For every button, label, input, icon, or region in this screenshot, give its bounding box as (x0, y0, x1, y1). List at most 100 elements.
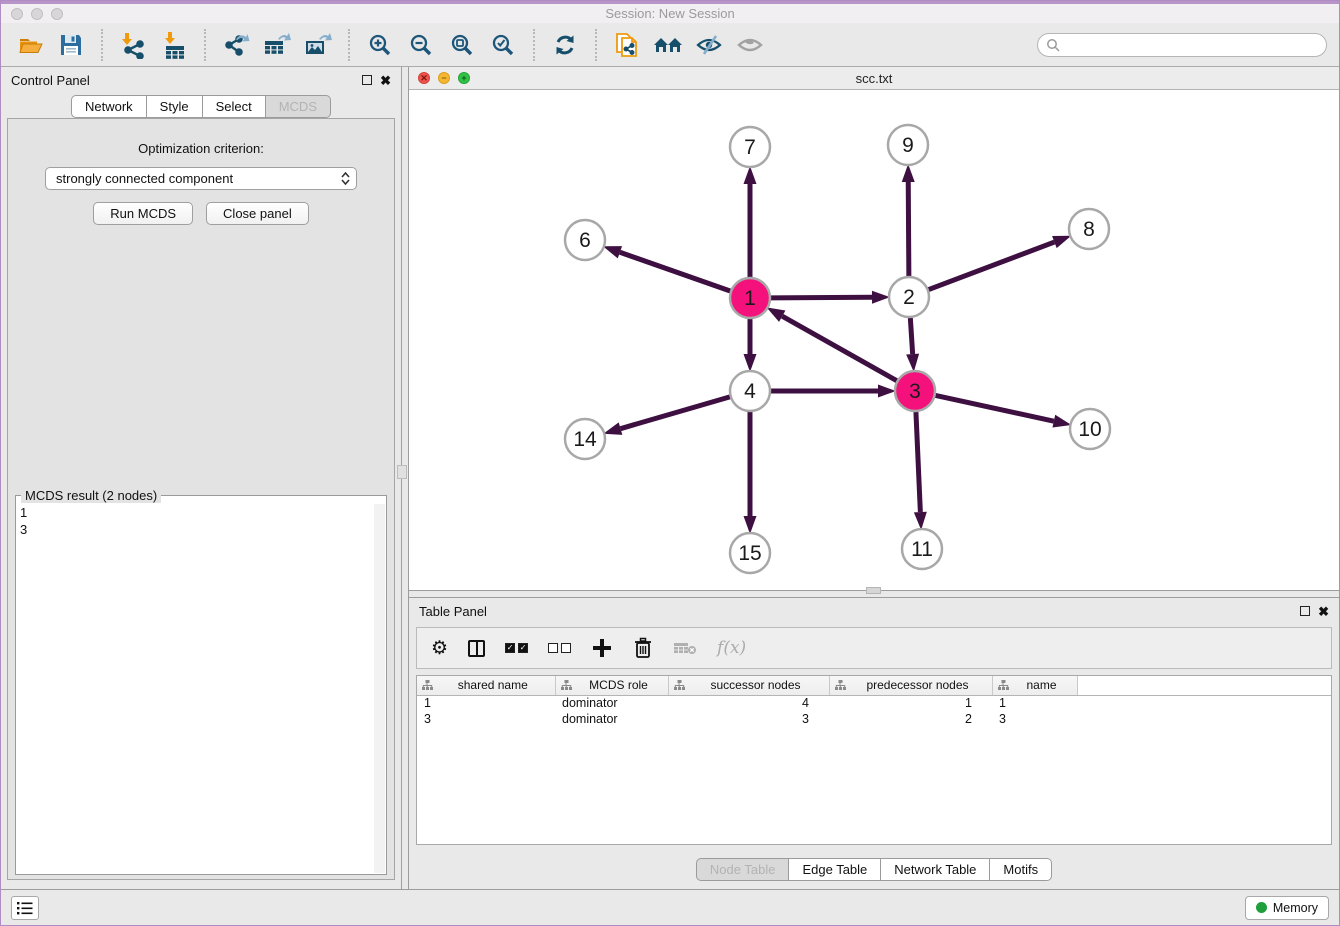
export-table-button[interactable] (260, 28, 294, 62)
mcds-result-group: MCDS result (2 nodes) 1 3 (15, 495, 387, 875)
control-panel-title: Control Panel (11, 73, 90, 88)
refresh-button[interactable] (548, 28, 582, 62)
main-toolbar (1, 23, 1339, 67)
optimization-criterion-dropdown[interactable]: strongly connected component (45, 167, 357, 190)
edge-2-3[interactable] (910, 318, 912, 354)
network-resize-grip[interactable] (866, 587, 881, 594)
zoom-out-button[interactable] (404, 28, 438, 62)
close-panel-button[interactable]: Close panel (206, 202, 309, 225)
table-tab-network-table[interactable]: Network Table (881, 858, 990, 881)
add-column-button[interactable] (591, 637, 613, 659)
graph-node-label-7: 7 (744, 136, 756, 159)
column-header-predecessor-nodes[interactable]: predecessor nodes (829, 676, 992, 695)
edge-2-9[interactable] (908, 182, 909, 276)
toolbar-separator (595, 29, 597, 61)
network-minimize-button[interactable]: − (438, 72, 450, 84)
clone-network-button[interactable] (610, 28, 644, 62)
memory-button[interactable]: Memory (1245, 896, 1329, 920)
cell-shared-name[interactable]: 3 (417, 711, 555, 727)
zoom-in-button[interactable] (363, 28, 397, 62)
run-mcds-button[interactable]: Run MCDS (93, 202, 193, 225)
panel-splitter[interactable] (401, 67, 409, 889)
search-field[interactable] (1037, 33, 1327, 57)
toolbar-separator (348, 29, 350, 61)
control-tab-style[interactable]: Style (147, 95, 203, 118)
cell-MCDS-role[interactable]: dominator (555, 695, 668, 711)
show-columns-button[interactable] (468, 640, 485, 657)
task-history-button[interactable] (11, 896, 39, 920)
edge-3-10[interactable] (936, 395, 1054, 421)
mcds-result-list[interactable]: 1 3 (20, 504, 374, 873)
checked-box-icon: ✓ (505, 643, 515, 653)
column-header-MCDS-role[interactable]: MCDS role (555, 676, 668, 695)
close-panel-icon[interactable]: ✖ (380, 74, 391, 87)
float-panel-icon[interactable] (362, 75, 372, 85)
cell-predecessor-nodes[interactable]: 1 (829, 695, 992, 711)
network-window: ✕ − + scc.txt 7968124314101511 (409, 67, 1339, 591)
edge-2-8[interactable] (929, 242, 1055, 290)
import-table-button[interactable] (157, 28, 191, 62)
cell-MCDS-role[interactable]: dominator (555, 711, 668, 727)
show-graphics-details-button[interactable] (733, 28, 767, 62)
network-graph[interactable]: 7968124314101511 (409, 90, 1339, 589)
edge-3-11[interactable] (916, 412, 920, 512)
cell-successor-nodes[interactable]: 3 (668, 711, 829, 727)
table-tab-motifs[interactable]: Motifs (990, 858, 1052, 881)
column-header-successor-nodes[interactable]: successor nodes (668, 676, 829, 695)
edge-4-14[interactable] (621, 397, 730, 429)
mcds-result-title: MCDS result (2 nodes) (21, 488, 161, 503)
toolbar-separator (101, 29, 103, 61)
cell-predecessor-nodes[interactable]: 2 (829, 711, 992, 727)
edge-1-6[interactable] (620, 252, 730, 291)
import-network-button[interactable] (116, 28, 150, 62)
delete-column-button[interactable] (633, 637, 653, 659)
edge-3-1[interactable] (782, 316, 896, 381)
cell-name[interactable]: 3 (992, 711, 1077, 727)
export-image-button[interactable] (301, 28, 335, 62)
network-maximize-button[interactable]: + (458, 72, 470, 84)
table-tab-edge-table[interactable]: Edge Table (789, 858, 881, 881)
close-table-panel-icon[interactable]: ✖ (1318, 605, 1329, 618)
graph-node-label-2: 2 (903, 286, 915, 309)
export-image-icon (303, 31, 333, 59)
open-session-button[interactable] (13, 28, 47, 62)
zoom-selected-button[interactable] (486, 28, 520, 62)
unselect-all-columns-button[interactable] (548, 643, 571, 653)
zoom-fit-icon (449, 32, 475, 58)
select-all-columns-button[interactable]: ✓ ✓ (505, 643, 528, 653)
control-panel-tabs: NetworkStyleSelectMCDS (1, 95, 401, 118)
dropdown-selected-value: strongly connected component (56, 171, 233, 186)
table-row[interactable]: 1dominator411 (417, 695, 1331, 711)
network-overview-button[interactable] (651, 28, 685, 62)
result-scrollbar[interactable] (374, 504, 385, 873)
control-tab-select[interactable]: Select (203, 95, 266, 118)
edge-arrowhead (603, 246, 622, 258)
column-header-name[interactable]: name (992, 676, 1077, 695)
export-network-button[interactable] (219, 28, 253, 62)
control-tab-mcds[interactable]: MCDS (266, 95, 331, 118)
splitter-handle-icon[interactable] (397, 465, 407, 479)
status-bar: Memory (1, 889, 1339, 925)
table-toolbar: ⚙ ✓ ✓ (416, 627, 1332, 669)
search-input[interactable] (1065, 38, 1318, 52)
column-header-shared-name[interactable]: shared name (417, 676, 555, 695)
table-settings-button[interactable]: ⚙ (431, 639, 448, 658)
network-canvas[interactable]: 7968124314101511 (409, 90, 1339, 590)
cell-name[interactable]: 1 (992, 695, 1077, 711)
table-panel-title: Table Panel (419, 604, 487, 619)
save-session-button[interactable] (54, 28, 88, 62)
control-tab-network[interactable]: Network (71, 95, 147, 118)
dropdown-stepper-icon (341, 172, 350, 185)
float-table-panel-icon[interactable] (1300, 606, 1310, 616)
node-table[interactable]: shared nameMCDS rolesuccessor nodesprede… (416, 675, 1332, 845)
cell-successor-nodes[interactable]: 4 (668, 695, 829, 711)
network-close-button[interactable]: ✕ (418, 72, 430, 84)
table-tab-node-table[interactable]: Node Table (696, 858, 790, 881)
edge-1-2[interactable] (771, 297, 872, 298)
table-row[interactable]: 3dominator323 (417, 711, 1331, 727)
hide-graphics-details-button[interactable] (692, 28, 726, 62)
cell-shared-name[interactable]: 1 (417, 695, 555, 711)
zoom-fit-button[interactable] (445, 28, 479, 62)
zoom-out-icon (408, 32, 434, 58)
window-title: Session: New Session (1, 6, 1339, 21)
